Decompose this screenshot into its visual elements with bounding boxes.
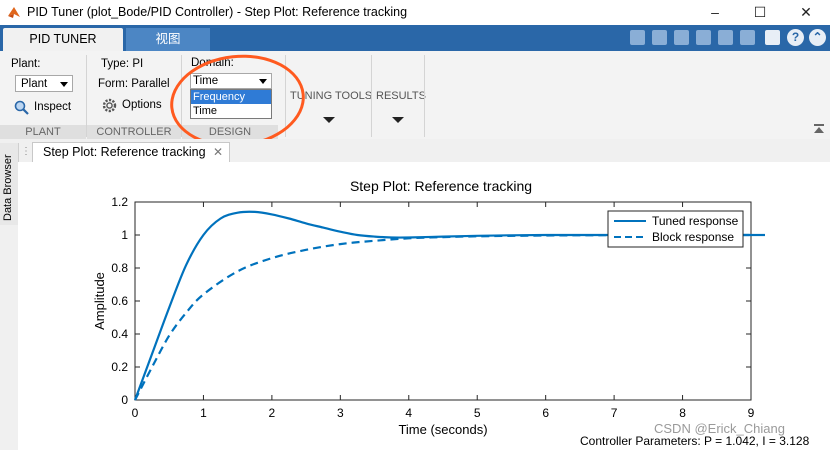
legend: Tuned response Block response — [607, 210, 744, 248]
y-tick-label: 0.8 — [111, 261, 128, 275]
figure-panel: Step Plot: Reference tracking 0 1 2 3 4 5 6 7 8 9… — [18, 162, 830, 450]
tab-step-plot[interactable]: Step Plot: Reference tracking ✕ — [32, 142, 230, 162]
tab-pid-tuner[interactable]: PID TUNER — [3, 28, 123, 51]
y-axis-label: Amplitude — [92, 272, 107, 330]
doc-tab-label: Step Plot: Reference tracking — [43, 145, 206, 159]
plant-dropdown[interactable]: Plant — [15, 75, 73, 92]
redo-icon[interactable] — [740, 30, 755, 45]
y-tick-label: 0.4 — [111, 327, 128, 341]
title-bar: PID Tuner (plot_Bode/PID Controller) - S… — [0, 0, 830, 25]
x-tick-label: 6 — [542, 406, 549, 420]
y-tick-label: 0.2 — [111, 360, 128, 374]
tab-view[interactable]: 视图 — [126, 28, 210, 51]
y-tick-label: 1 — [121, 228, 128, 242]
y-tick-label: 0.6 — [111, 294, 128, 308]
y-tick-label: 1.2 — [111, 195, 128, 209]
x-axis-label: Time (seconds) — [398, 422, 487, 437]
ribbon-separator — [371, 55, 372, 137]
collapse-ribbon-icon[interactable]: ⌃ — [809, 29, 826, 46]
paste-icon[interactable] — [696, 30, 711, 45]
results-label: RESULTS — [376, 90, 426, 102]
x-tick-label: 9 — [748, 406, 755, 420]
legend-label-block: Block response — [652, 230, 734, 244]
maximize-button[interactable]: ☐ — [742, 2, 778, 22]
window-layout-icon[interactable] — [765, 30, 780, 45]
x-tick-label: 0 — [132, 406, 139, 420]
gear-icon — [102, 98, 117, 113]
magnifier-icon — [14, 100, 29, 115]
cut-icon[interactable] — [652, 30, 667, 45]
copy-icon[interactable] — [674, 30, 689, 45]
quick-access-toolbar: ? ⌃ — [620, 25, 830, 51]
x-tick-label: 7 — [611, 406, 618, 420]
chevron-down-icon — [60, 82, 68, 87]
options-label: Options — [122, 99, 162, 111]
chart-title: Step Plot: Reference tracking — [350, 178, 532, 194]
undo-icon[interactable] — [718, 30, 733, 45]
results-expand-icon[interactable] — [392, 117, 404, 123]
legend-label-tuned: Tuned response — [652, 214, 739, 228]
minimize-button[interactable]: – — [697, 2, 733, 22]
collapse-toolstrip-icon[interactable] — [813, 123, 825, 135]
x-tick-label: 3 — [337, 406, 344, 420]
window-title: PID Tuner (plot_Bode/PID Controller) - S… — [27, 5, 408, 19]
controller-group-label: CONTROLLER — [87, 125, 181, 139]
data-browser-tab[interactable]: Data Browser — [0, 143, 19, 225]
plant-dropdown-value: Plant — [21, 78, 48, 90]
y-tick-label: 0 — [121, 393, 128, 407]
x-tick-label: 5 — [474, 406, 481, 420]
drag-handle-icon[interactable]: ⋮ — [21, 146, 31, 157]
controller-form: Form: Parallel — [98, 78, 170, 90]
help-icon[interactable]: ? — [787, 29, 804, 46]
controller-type: Type: PI — [101, 58, 144, 70]
plant-label: Plant: — [11, 58, 41, 70]
x-tick-label: 4 — [405, 406, 412, 420]
plant-group-label: PLANT — [0, 125, 86, 139]
x-tick-label: 2 — [269, 406, 276, 420]
controller-parameters: Controller Parameters: P = 1.042, I = 3.… — [580, 434, 810, 448]
save-icon[interactable] — [630, 30, 645, 45]
data-browser-label: Data Browser — [2, 154, 14, 221]
options-button[interactable]: Options — [100, 97, 170, 115]
x-tick-label: 1 — [200, 406, 207, 420]
tuning-tools-expand-icon[interactable] — [323, 117, 335, 123]
ribbon: Plant: Plant Inspect PLANT Type: PI Form… — [0, 51, 830, 140]
close-button[interactable]: ✕ — [788, 2, 824, 22]
close-tab-icon[interactable]: ✕ — [213, 145, 223, 159]
toolstrip-tabs: PID TUNER 视图 ? ⌃ — [0, 25, 830, 51]
step-plot[interactable]: Step Plot: Reference tracking 0 1 2 3 4 5 6 7 8 9… — [18, 162, 830, 450]
inspect-label: Inspect — [34, 101, 72, 113]
ribbon-separator — [424, 55, 425, 137]
inspect-button[interactable]: Inspect — [12, 99, 74, 117]
x-tick-label: 8 — [679, 406, 686, 420]
matlab-logo-icon — [8, 7, 20, 18]
